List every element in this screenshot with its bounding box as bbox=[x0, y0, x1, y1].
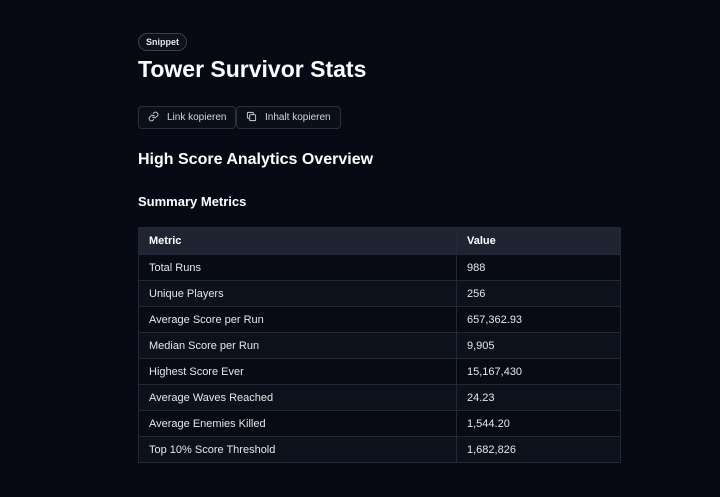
table-header-row: Metric Value bbox=[138, 227, 621, 255]
metric-cell: Average Score per Run bbox=[138, 306, 457, 333]
value-cell: 24.23 bbox=[456, 384, 621, 411]
table-row: Median Score per Run 9,905 bbox=[138, 332, 621, 359]
copy-link-label: Link kopieren bbox=[167, 112, 227, 123]
snippet-badge: Snippet bbox=[138, 33, 187, 51]
copy-content-label: Inhalt kopieren bbox=[265, 112, 331, 123]
copy-link-button[interactable]: Link kopieren bbox=[138, 106, 237, 129]
metric-cell: Average Waves Reached bbox=[138, 384, 457, 411]
value-cell: 1,544.20 bbox=[456, 410, 621, 437]
column-header-value: Value bbox=[456, 227, 621, 255]
table-row: Top 10% Score Threshold 1,682,826 bbox=[138, 436, 621, 463]
value-cell: 9,905 bbox=[456, 332, 621, 359]
metric-cell: Total Runs bbox=[138, 254, 457, 281]
link-icon bbox=[148, 111, 159, 125]
value-cell: 15,167,430 bbox=[456, 358, 621, 385]
metric-cell: Average Enemies Killed bbox=[138, 410, 457, 437]
metric-cell: Unique Players bbox=[138, 280, 457, 307]
table-row: Highest Score Ever 15,167,430 bbox=[138, 358, 621, 385]
summary-metrics-table: Metric Value Total Runs 988 Unique Playe… bbox=[138, 227, 621, 463]
table-row: Unique Players 256 bbox=[138, 280, 621, 307]
value-cell: 988 bbox=[456, 254, 621, 281]
metric-cell: Top 10% Score Threshold bbox=[138, 436, 457, 463]
copy-content-button[interactable]: Inhalt kopieren bbox=[236, 106, 341, 129]
page-title: Tower Survivor Stats bbox=[138, 56, 367, 82]
copy-icon bbox=[246, 111, 257, 125]
table-row: Average Waves Reached 24.23 bbox=[138, 384, 621, 411]
metric-cell: Median Score per Run bbox=[138, 332, 457, 359]
column-header-metric: Metric bbox=[138, 227, 457, 255]
metric-cell: Highest Score Ever bbox=[138, 358, 457, 385]
table-row: Total Runs 988 bbox=[138, 254, 621, 281]
table-row: Average Score per Run 657,362.93 bbox=[138, 306, 621, 333]
value-cell: 657,362.93 bbox=[456, 306, 621, 333]
value-cell: 256 bbox=[456, 280, 621, 307]
table-row: Average Enemies Killed 1,544.20 bbox=[138, 410, 621, 437]
value-cell: 1,682,826 bbox=[456, 436, 621, 463]
subsection-heading: Summary Metrics bbox=[138, 194, 247, 209]
section-heading: High Score Analytics Overview bbox=[138, 151, 374, 168]
